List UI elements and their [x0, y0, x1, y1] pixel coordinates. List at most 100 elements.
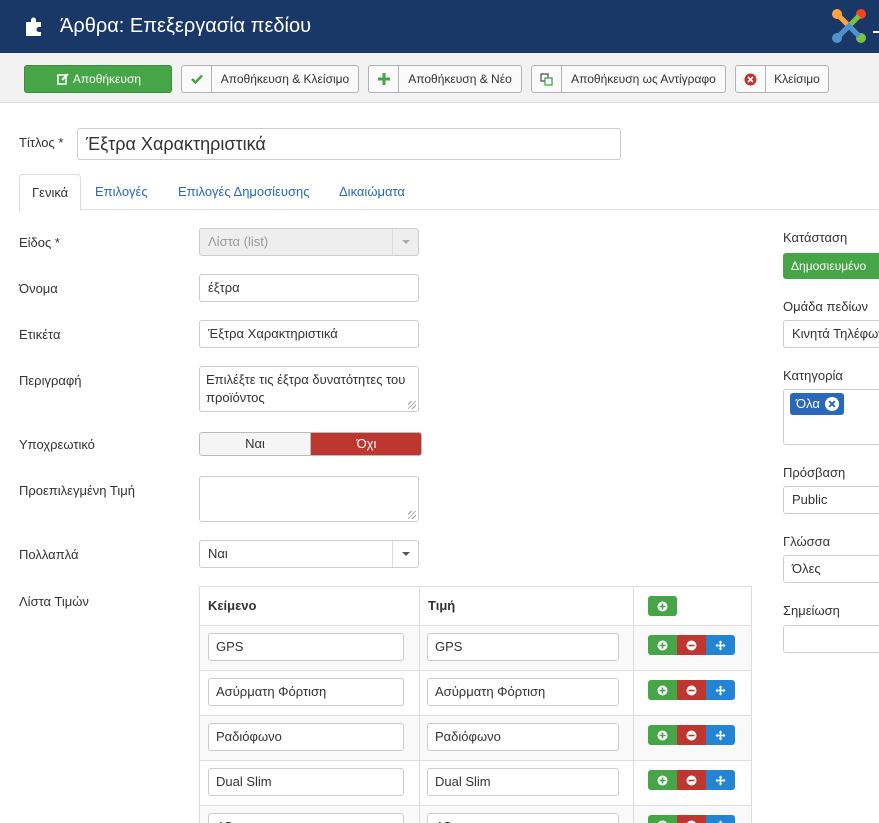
row-text-input[interactable]: GPS [208, 633, 404, 661]
note-label: Σημείωση [783, 603, 840, 618]
remove-chip-icon[interactable] [824, 397, 839, 411]
row-text-input[interactable]: 4G [208, 813, 404, 823]
text-cell: Ασύρματη Φόρτιση [200, 671, 419, 715]
values-table: Κείμενο Τιμή GPS GPS Ασύρματη Φόρτιση Ασύρμ… [199, 586, 752, 823]
text-cell: GPS [200, 626, 419, 670]
tab-options[interactable]: Επιλογές [83, 174, 160, 210]
save-button[interactable]: Αποθήκευση [24, 65, 172, 93]
required-no-option[interactable]: Όχι [311, 433, 421, 455]
add-row-button[interactable] [648, 680, 677, 700]
copy-icon [532, 66, 562, 92]
values-list-label: Λίστα Τιμών [19, 594, 89, 609]
default-value-textarea[interactable] [199, 476, 419, 522]
row-value-input[interactable]: Ασύρματη Φόρτιση [427, 678, 619, 706]
access-select[interactable]: Public [783, 486, 879, 514]
status-button[interactable]: Δημοσιευμένο [783, 253, 879, 279]
move-icon [715, 685, 726, 696]
field-group-select[interactable]: Κινητά Τηλέφωνα [783, 320, 879, 348]
move-icon [715, 775, 726, 786]
table-row: Ραδιόφωνο Ραδιόφωνο [200, 715, 751, 760]
remove-row-button[interactable] [677, 725, 706, 745]
name-input[interactable]: έξτρα [199, 274, 419, 302]
remove-row-button[interactable] [677, 680, 706, 700]
table-row: 4G 4G [200, 805, 751, 823]
category-select[interactable]: Όλα [783, 389, 879, 445]
plus-circle-icon [657, 640, 668, 651]
chevron-down-icon[interactable] [392, 541, 418, 567]
description-text: Επιλέξτε τις έξτρα δυνατότητες του προϊό… [206, 372, 406, 405]
text-cell: Dual Slim [200, 761, 419, 805]
move-row-button[interactable] [706, 725, 735, 745]
description-label: Περιγραφή [19, 373, 82, 388]
title-label: Τίτλος * [19, 135, 64, 150]
plus-circle-icon [657, 775, 668, 786]
add-row-button[interactable] [648, 596, 677, 616]
status-label: Κατάσταση [783, 230, 848, 245]
table-row: Ασύρματη Φόρτιση Ασύρματη Φόρτιση [200, 670, 751, 715]
save-and-new-button[interactable]: Αποθήκευση & Νέο [368, 65, 522, 93]
table-row: GPS GPS [200, 625, 751, 670]
puzzle-piece-icon [26, 17, 41, 36]
title-input[interactable]: Έξτρα Χαρακτηριστικά [77, 128, 621, 160]
add-row-button[interactable] [648, 725, 677, 745]
row-value-input[interactable]: Dual Slim [427, 768, 619, 796]
row-value-input[interactable]: GPS [427, 633, 619, 661]
save-and-close-button[interactable]: Αποθήκευση & Κλείσιμο [181, 65, 359, 93]
value-cell: Dual Slim [419, 761, 633, 805]
remove-row-button[interactable] [677, 770, 706, 790]
plus-circle-icon [657, 601, 668, 611]
language-select[interactable]: Όλες [783, 555, 879, 583]
toolbar: Αποθήκευση Αποθήκευση & Κλείσιμο Αποθήκε… [0, 53, 879, 103]
tab-permissions[interactable]: Δικαιώματα [327, 174, 417, 210]
multiple-select[interactable]: Ναι [199, 540, 419, 568]
add-row-button[interactable] [648, 770, 677, 790]
minus-circle-icon [686, 775, 697, 786]
category-label: Κατηγορία [783, 368, 843, 383]
move-icon [715, 730, 726, 741]
actions-cell [633, 716, 752, 760]
label-input[interactable]: Έξτρα Χαρακτηριστικά [199, 320, 419, 348]
text-cell: 4G [200, 806, 419, 823]
note-input[interactable] [783, 625, 879, 653]
resize-grip-icon[interactable] [408, 511, 416, 519]
value-cell: GPS [419, 626, 633, 670]
header-divider [873, 31, 879, 33]
remove-row-button[interactable] [677, 635, 706, 655]
row-text-input[interactable]: Ραδιόφωνο [208, 723, 404, 751]
column-header-value: Τιμή [419, 587, 633, 625]
value-cell: Ραδιόφωνο [419, 716, 633, 760]
resize-grip-icon[interactable] [408, 401, 416, 409]
move-icon [715, 640, 726, 651]
value-cell: 4G [419, 806, 633, 823]
actions-cell [633, 806, 752, 823]
move-row-button[interactable] [706, 680, 735, 700]
type-label: Είδος * [19, 235, 60, 250]
language-label: Γλώσσα [783, 534, 831, 549]
description-textarea[interactable]: Επιλέξτε τις έξτρα δυνατότητες του προϊό… [199, 366, 419, 412]
type-select: Λίστα (list) [199, 228, 419, 256]
required-yes-option[interactable]: Ναι [200, 433, 311, 455]
plus-icon [369, 66, 399, 92]
column-header-actions [633, 587, 752, 625]
save-as-copy-button[interactable]: Αποθήκευση ως Αντίγραφο [531, 65, 726, 93]
minus-circle-icon [686, 685, 697, 696]
move-row-button[interactable] [706, 770, 735, 790]
required-toggle: Ναι Όχι [199, 432, 422, 456]
access-label: Πρόσβαση [783, 465, 846, 480]
add-row-button[interactable] [648, 635, 677, 655]
row-value-input[interactable]: Ραδιόφωνο [427, 723, 619, 751]
remove-row-button[interactable] [677, 815, 706, 823]
multiple-select-value: Ναι [208, 546, 228, 561]
close-button[interactable]: Κλείσιμο [735, 65, 829, 93]
required-label: Υποχρεωτικό [19, 437, 95, 452]
tab-publishing-options[interactable]: Επιλογές Δημοσίευσης [166, 174, 322, 210]
row-value-input[interactable]: 4G [427, 813, 619, 823]
move-row-button[interactable] [706, 815, 735, 823]
add-row-button[interactable] [648, 815, 677, 823]
tab-general[interactable]: Γενικά [19, 174, 82, 211]
plus-circle-icon [657, 730, 668, 741]
row-text-input[interactable]: Ασύρματη Φόρτιση [208, 678, 404, 706]
row-text-input[interactable]: Dual Slim [208, 768, 404, 796]
move-row-button[interactable] [706, 635, 735, 655]
joomla-logo-icon [832, 9, 866, 43]
